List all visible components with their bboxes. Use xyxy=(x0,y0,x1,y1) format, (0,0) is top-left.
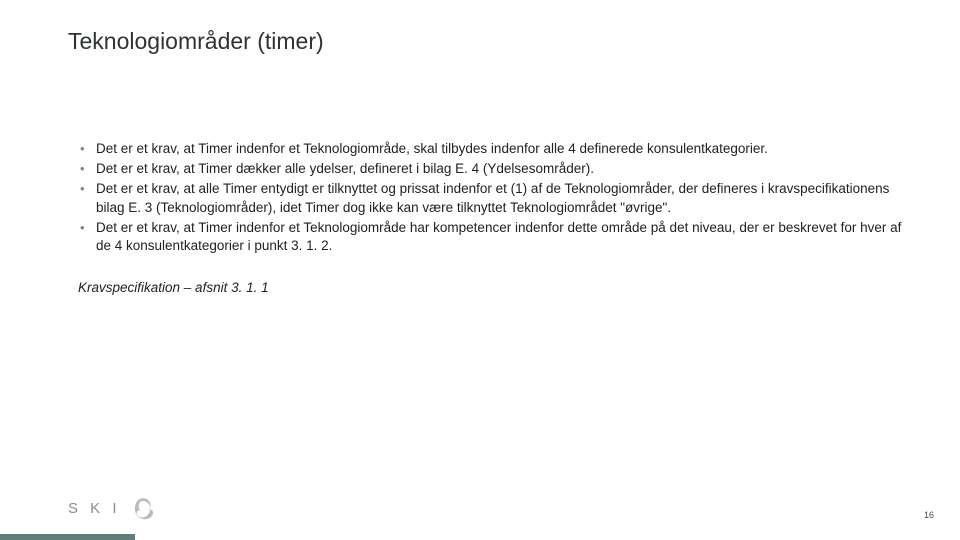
caption: Kravspecifikation – afsnit 3. 1. 1 xyxy=(78,279,910,297)
bullet-item: Det er et krav, at alle Timer entydigt e… xyxy=(78,180,910,216)
bullet-item: Det er et krav, at Timer indenfor et Tek… xyxy=(78,219,910,255)
bullet-item: Det er et krav, at Timer indenfor et Tek… xyxy=(78,140,910,158)
slide-title: Teknologiområder (timer) xyxy=(68,28,324,55)
slide-content: Det er et krav, at Timer indenfor et Tek… xyxy=(78,140,910,298)
slide: Teknologiområder (timer) Det er et krav,… xyxy=(0,0,960,540)
logo: S K I xyxy=(68,494,157,522)
page-number: 16 xyxy=(924,510,934,520)
logo-mark-icon xyxy=(129,494,157,522)
bullet-item: Det er et krav, at Timer dækker alle yde… xyxy=(78,160,910,178)
footer-accent-bar xyxy=(0,534,135,540)
bullet-list: Det er et krav, at Timer indenfor et Tek… xyxy=(78,140,910,255)
logo-text: S K I xyxy=(68,500,121,517)
